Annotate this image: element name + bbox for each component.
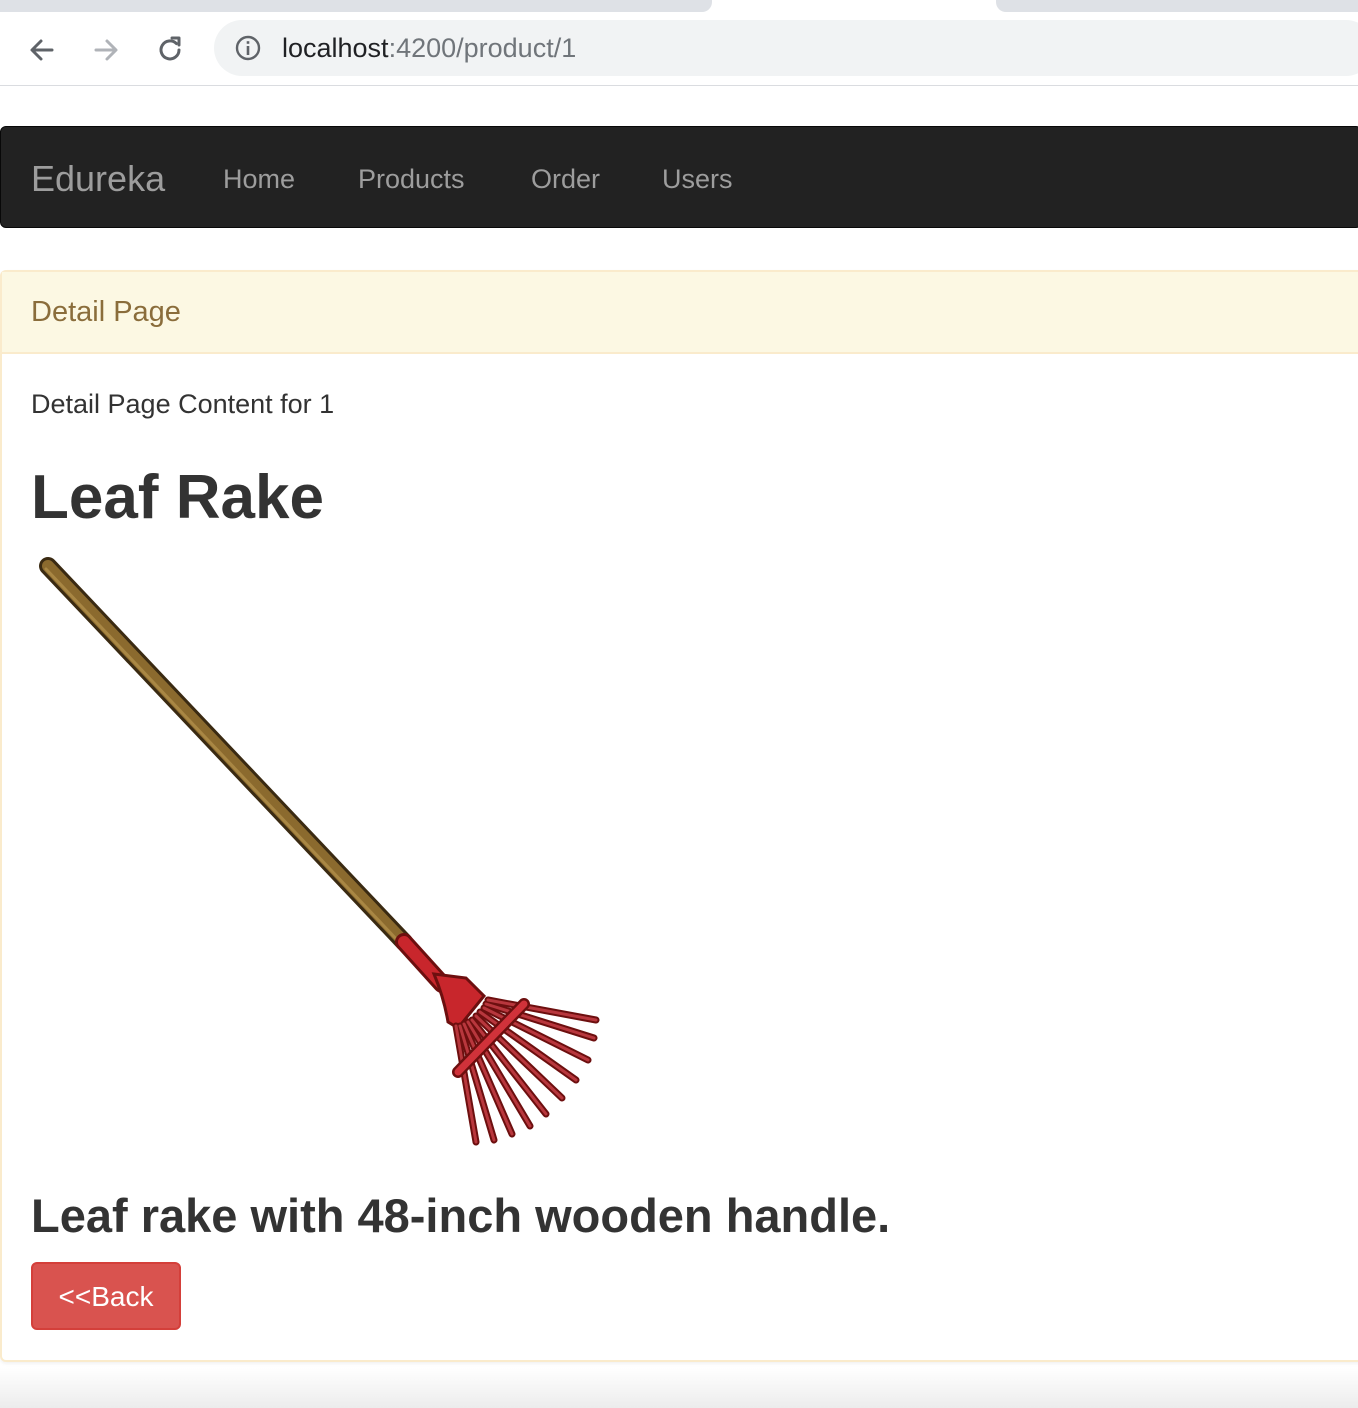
panel-title: Detail Page <box>31 296 181 328</box>
url-path: :4200/product/1 <box>388 33 577 63</box>
browser-tab-inactive[interactable] <box>996 0 1358 12</box>
app-navbar: Edureka Home Products Order Users <box>0 126 1358 228</box>
browser-tab-inactive[interactable] <box>0 0 712 12</box>
back-button[interactable]: <<Back <box>31 1262 181 1330</box>
forward-arrow-icon[interactable] <box>88 32 124 68</box>
nav-link-products[interactable]: Products <box>358 163 465 195</box>
browser-tab-strip <box>0 0 1358 12</box>
nav-link-home[interactable]: Home <box>223 163 295 195</box>
site-info-icon[interactable] <box>234 34 262 62</box>
detail-content-text: Detail Page Content for 1 <box>31 389 335 419</box>
back-arrow-icon[interactable] <box>24 32 60 68</box>
address-bar[interactable]: localhost:4200/product/1 <box>214 20 1358 76</box>
detail-panel: Detail Page Detail Page Content for 1 Le… <box>0 270 1358 1362</box>
bottom-shadow-bar <box>0 1368 1358 1408</box>
url-host: localhost <box>282 33 389 63</box>
browser-toolbar: localhost:4200/product/1 <box>0 12 1358 86</box>
leaf-rake-image <box>39 557 600 1146</box>
nav-link-users[interactable]: Users <box>662 163 733 195</box>
address-url[interactable]: localhost:4200/product/1 <box>282 33 576 63</box>
navbar-brand[interactable]: Edureka <box>31 159 165 199</box>
panel-heading: Detail Page <box>2 272 1358 354</box>
product-name: Leaf Rake <box>31 463 324 532</box>
nav-link-order[interactable]: Order <box>531 163 600 195</box>
reload-icon[interactable] <box>152 32 188 68</box>
product-description: Leaf rake with 48-inch wooden handle. <box>31 1189 891 1242</box>
